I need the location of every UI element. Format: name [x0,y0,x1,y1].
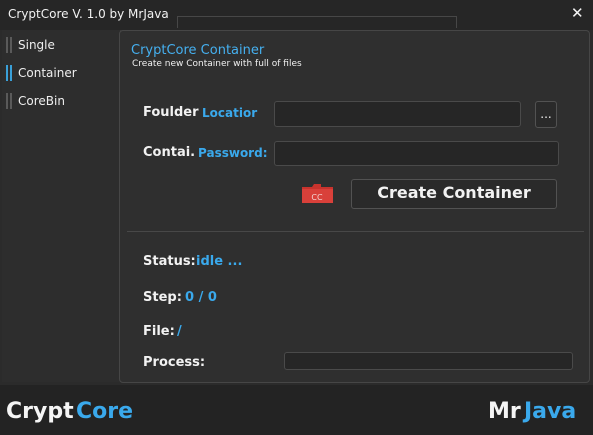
sidebar-item-corebin[interactable]: CoreBin [0,88,118,114]
panel-subtitle: Create new Container with full of files [132,59,302,69]
close-icon[interactable]: ✕ [571,4,584,22]
nav-marker-icon [6,65,8,81]
password-label: Password: [198,146,268,160]
footer-author-java: Java [524,399,577,424]
file-label: File: [143,324,175,339]
sidebar-item-label: Container [18,66,77,80]
folder-label: Foulder [143,105,199,120]
sidebar-item-label: Single [18,38,55,52]
sidebar-item-label: CoreBin [18,94,65,108]
password-input[interactable] [274,141,559,166]
footer-author-mr: Mr [488,399,521,424]
nav-marker-icon [6,37,8,53]
nav-marker-icon [6,93,8,109]
window-title: CryptCore V. 1.0 by MrJava [8,7,169,21]
separator [127,231,584,232]
process-label: Process: [143,355,206,370]
process-progress-bar [284,352,573,370]
title-decoration [177,16,457,28]
create-container-button[interactable]: Create Container [351,179,557,209]
panel-title: CryptCore Container [131,43,265,58]
folder-location-label: Locatior [202,106,258,120]
step-label: Step: [143,290,182,305]
sidebar-item-single[interactable]: Single [0,32,118,58]
footer-logo-crypt: Crypt [6,399,74,424]
folder-location-input[interactable] [274,101,521,127]
step-value: 0 / 0 [185,290,217,305]
sidebar-item-container[interactable]: Container [0,60,118,86]
footer-logo-core: Core [76,399,134,424]
status-value: idle ... [196,254,243,269]
container-label: Contai. [143,145,196,160]
browse-button[interactable]: ... [535,101,557,128]
file-value: / [177,324,182,339]
folder-icon-label: CC [311,193,323,202]
status-label: Status: [143,254,196,269]
folder-icon: CC [301,184,334,204]
